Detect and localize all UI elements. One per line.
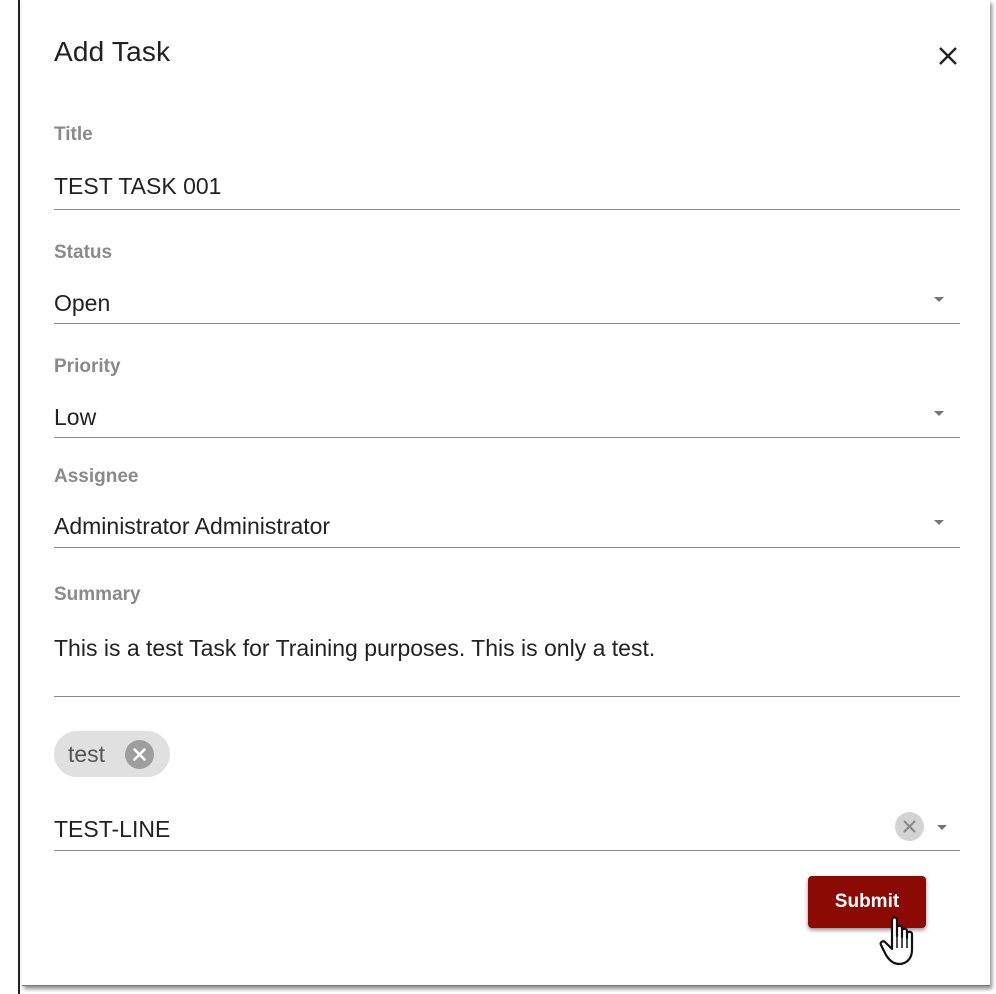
tag-chip: test xyxy=(54,731,170,777)
tag-remove-button[interactable] xyxy=(125,740,154,769)
summary-textarea[interactable]: This is a test Task for Training purpose… xyxy=(54,635,655,662)
background-divider xyxy=(18,0,20,994)
status-dropdown-icon[interactable] xyxy=(934,297,944,302)
assignee-underline xyxy=(54,547,960,548)
priority-select[interactable]: Low xyxy=(54,404,96,431)
title-field-label: Title xyxy=(54,124,93,145)
priority-field-label: Priority xyxy=(54,356,121,377)
tag-chip-label: test xyxy=(68,741,106,767)
assignee-select[interactable]: Administrator Administrator xyxy=(54,513,330,540)
line-dropdown-icon[interactable] xyxy=(937,825,947,830)
add-task-dialog: Add Task Title TEST TASK 001 Status Open… xyxy=(22,0,990,986)
close-icon xyxy=(939,47,957,65)
priority-underline xyxy=(54,437,960,438)
summary-underline xyxy=(54,696,960,697)
summary-field-label: Summary xyxy=(54,584,141,605)
priority-dropdown-icon[interactable] xyxy=(934,411,944,416)
close-button[interactable] xyxy=(932,40,964,72)
remove-icon xyxy=(133,748,146,761)
status-field-label: Status xyxy=(54,242,113,263)
assignee-dropdown-icon[interactable] xyxy=(934,520,944,525)
assignee-field-label: Assignee xyxy=(54,466,139,487)
status-underline xyxy=(54,323,960,324)
title-underline xyxy=(54,209,960,210)
line-underline xyxy=(54,850,960,851)
clear-icon xyxy=(903,820,916,833)
status-select[interactable]: Open xyxy=(54,290,110,317)
line-select[interactable]: TEST-LINE xyxy=(54,816,170,843)
hand-pointer-icon xyxy=(878,914,926,970)
title-input[interactable]: TEST TASK 001 xyxy=(54,173,221,200)
dialog-title: Add Task xyxy=(54,36,171,67)
clear-selection-button[interactable] xyxy=(895,812,924,841)
